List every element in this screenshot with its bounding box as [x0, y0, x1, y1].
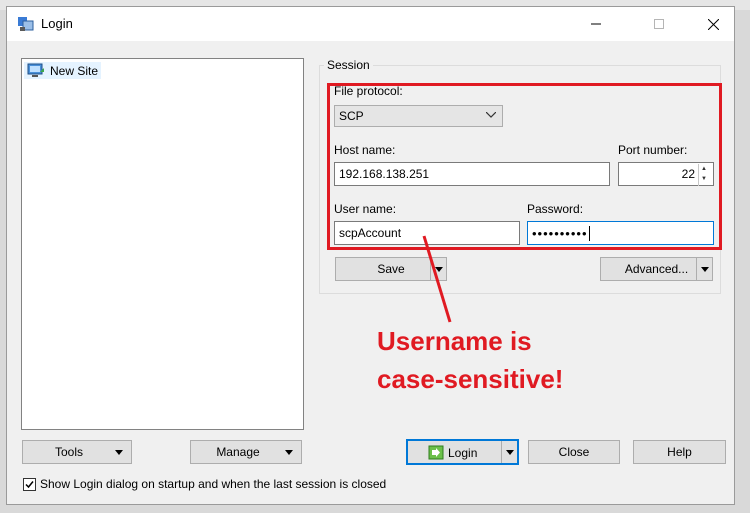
callout-line-2: case-sensitive!: [377, 364, 564, 394]
callout-line: [422, 235, 452, 323]
username-case-sensitive-callout: Username is case-sensitive!: [377, 322, 563, 398]
callout-line-1: Username is: [377, 326, 532, 356]
callout-arrow: [422, 235, 452, 323]
